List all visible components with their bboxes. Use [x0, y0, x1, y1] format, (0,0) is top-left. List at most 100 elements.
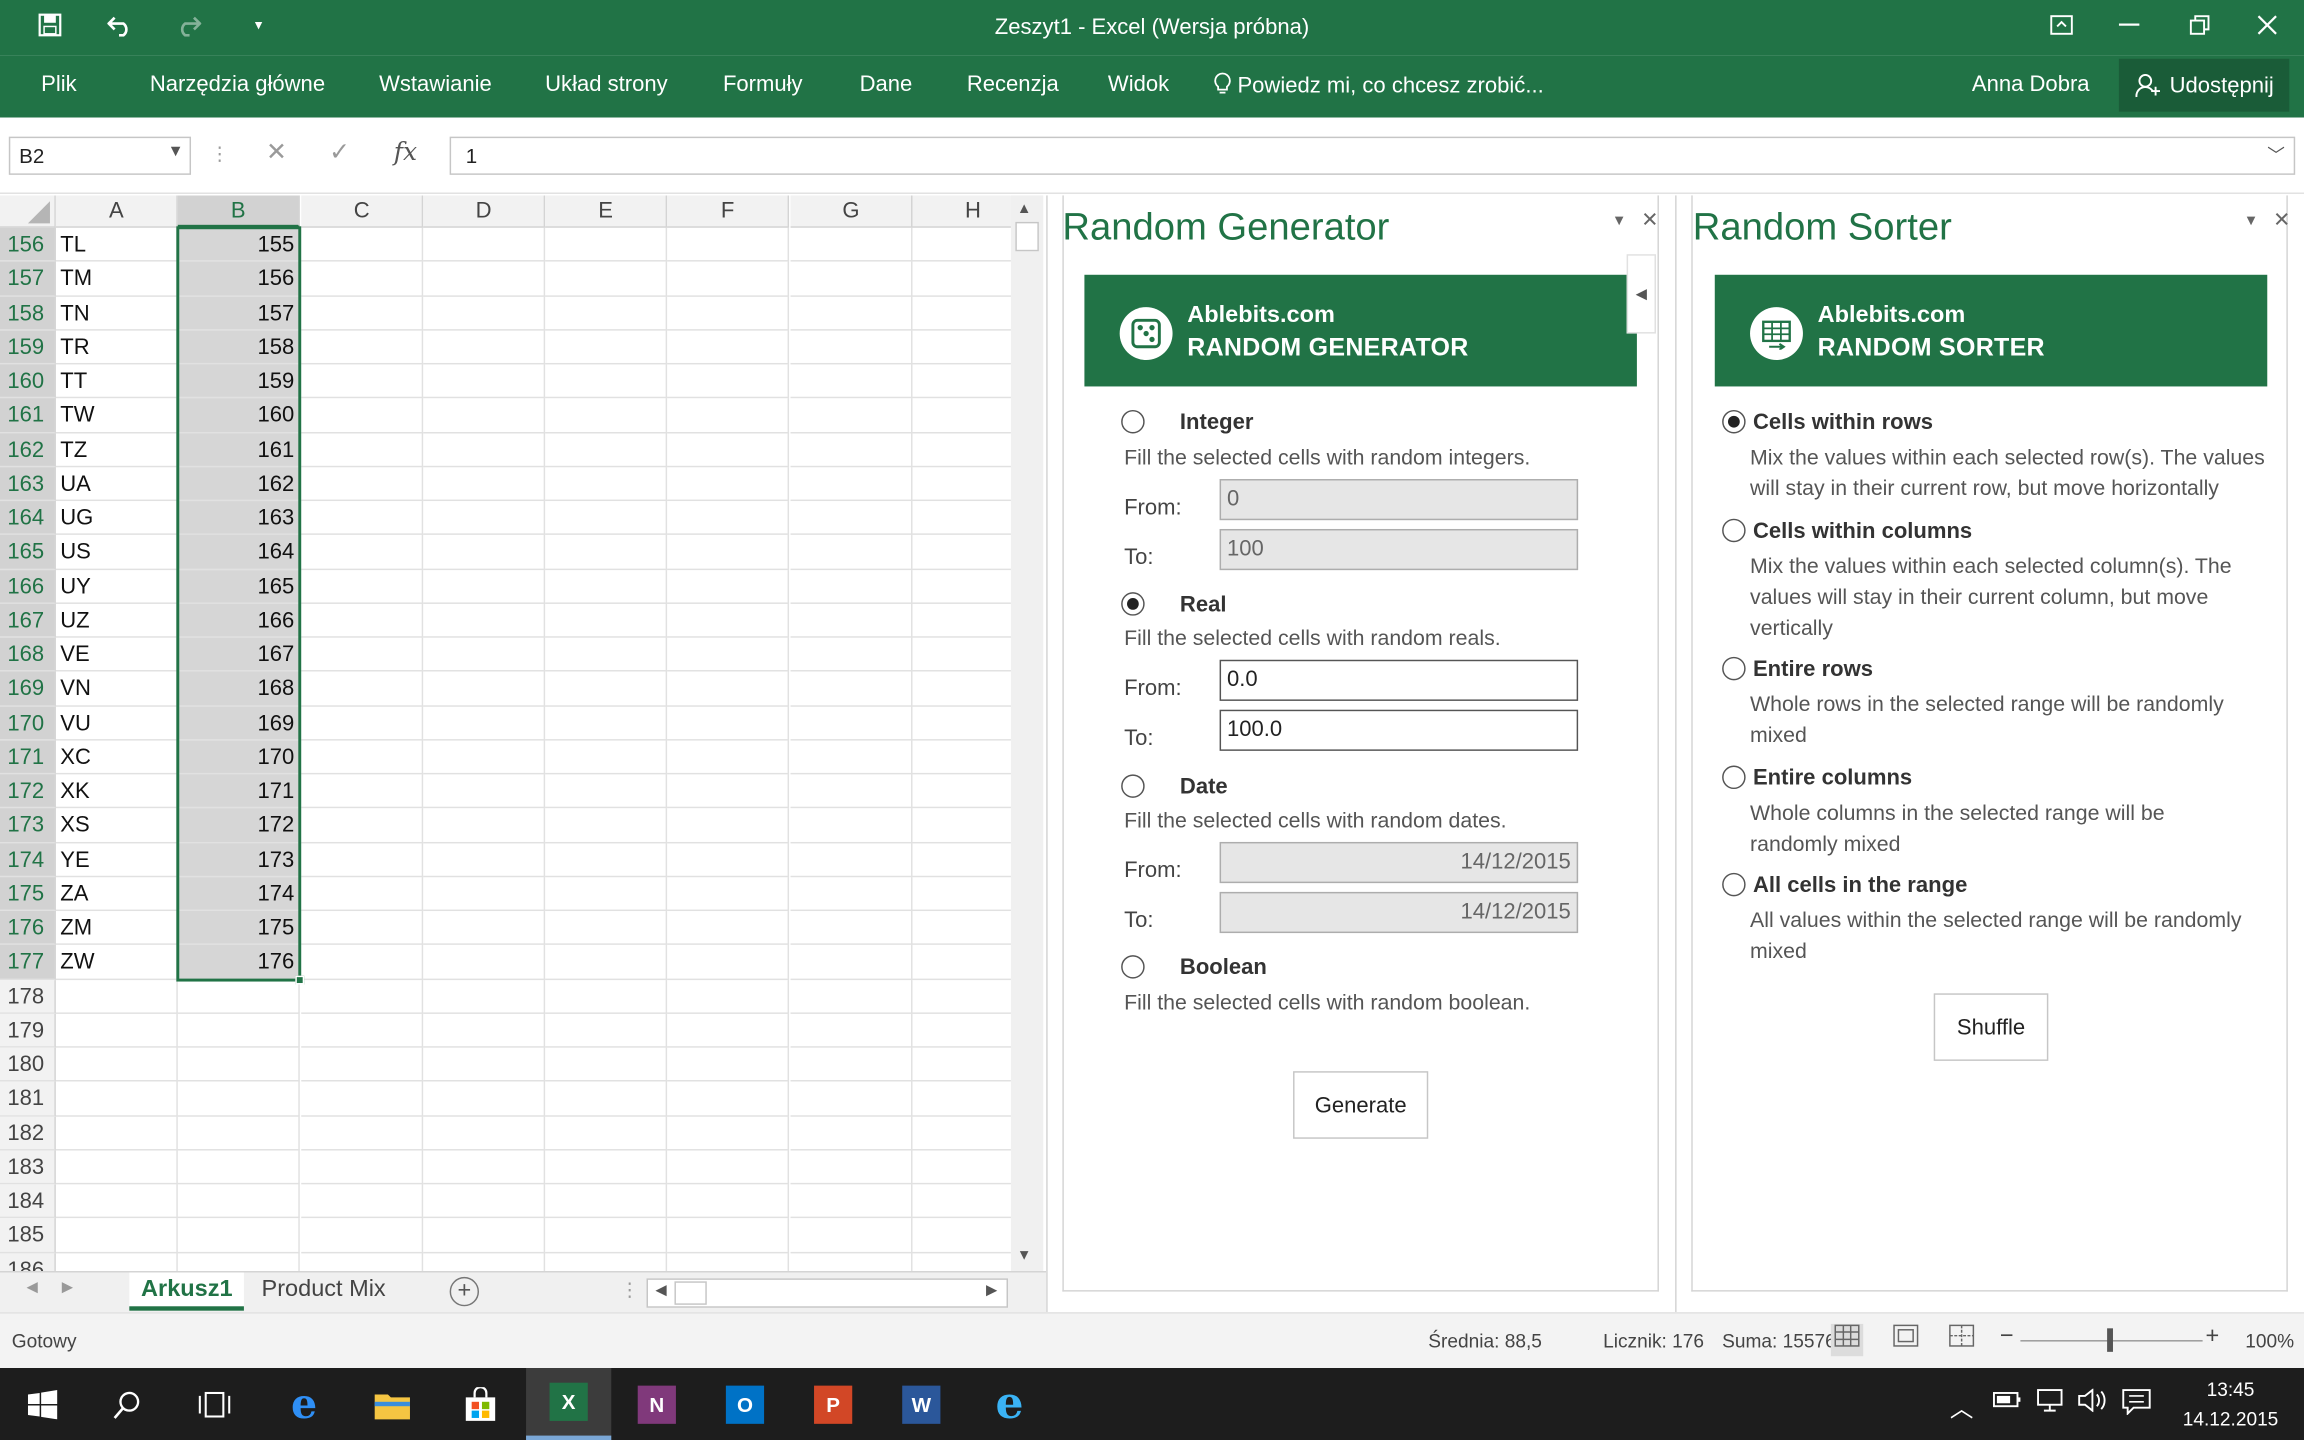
row-header[interactable]: 167	[0, 603, 56, 638]
grid-cell[interactable]	[912, 467, 1011, 502]
grid-cell[interactable]	[301, 1184, 424, 1219]
grid-cell[interactable]	[301, 774, 424, 809]
battery-icon[interactable]	[1992, 1389, 2021, 1417]
grid-cell[interactable]	[790, 603, 913, 638]
grid-cell[interactable]	[545, 979, 668, 1014]
grid-cell[interactable]	[423, 1150, 546, 1185]
grid-cell[interactable]	[790, 227, 913, 262]
grid-cell[interactable]	[301, 398, 424, 433]
grid-cell[interactable]	[790, 432, 913, 467]
grid-cell[interactable]	[423, 911, 546, 946]
grid-cell[interactable]	[423, 979, 546, 1014]
status-average[interactable]: Średnia: 88,5	[1428, 1330, 1542, 1352]
grid-cell[interactable]: 160	[177, 398, 301, 433]
grid-cell[interactable]	[667, 398, 790, 433]
grid-cell[interactable]	[912, 809, 1011, 843]
grid-cell[interactable]	[55, 1115, 179, 1151]
grid-cell[interactable]	[667, 603, 790, 638]
grid-cell[interactable]	[423, 296, 546, 331]
prev-sheet-icon[interactable]: ◀	[26, 1280, 37, 1296]
grid-cell[interactable]	[545, 1184, 668, 1219]
user-name[interactable]: Anna Dobra	[1972, 72, 2090, 97]
grid-cell[interactable]	[912, 1253, 1010, 1271]
scroll-up-icon[interactable]: ▲	[1017, 201, 1032, 217]
grid-cell[interactable]	[667, 808, 790, 843]
tab-file[interactable]: Plik	[41, 72, 77, 97]
page-layout-view-icon[interactable]	[1890, 1324, 1922, 1356]
grid-cell[interactable]: VE	[55, 637, 179, 672]
grid-cell[interactable]	[667, 501, 790, 536]
grid-cell[interactable]	[301, 1115, 424, 1151]
ribbon-display-icon[interactable]	[2028, 6, 2096, 44]
row-header[interactable]: 185	[0, 1218, 56, 1253]
grid-cell[interactable]	[301, 842, 424, 877]
row-header[interactable]: 162	[0, 432, 56, 467]
grid-cell[interactable]	[912, 945, 1011, 980]
grid-cell[interactable]	[790, 979, 913, 1014]
grid-cell[interactable]	[667, 842, 790, 877]
grid-cell[interactable]	[423, 774, 546, 809]
grid-cell[interactable]	[667, 876, 790, 912]
grid-cell[interactable]	[790, 1115, 913, 1151]
grid-cell[interactable]	[301, 535, 424, 570]
grid-cell[interactable]	[423, 432, 546, 467]
grid-cell[interactable]	[912, 911, 1011, 946]
grid-cell[interactable]	[667, 364, 790, 399]
grid-cell[interactable]: UY	[55, 569, 179, 604]
grid-cell[interactable]: 176	[177, 945, 301, 980]
row-header[interactable]: 178	[0, 979, 56, 1014]
row-header[interactable]: 176	[0, 911, 56, 946]
internet-explorer-icon[interactable]: e	[967, 1368, 1052, 1440]
grid-cell[interactable]	[912, 1082, 1011, 1116]
grid-cell[interactable]: 166	[177, 603, 301, 638]
tab-insert[interactable]: Wstawianie	[379, 72, 492, 97]
row-header[interactable]: 170	[0, 706, 56, 741]
grid-cell[interactable]	[667, 740, 790, 775]
status-sum[interactable]: Suma: 15576	[1722, 1330, 1836, 1352]
grid-cell[interactable]	[177, 1184, 301, 1219]
grid-cell[interactable]	[177, 1081, 301, 1116]
grid-cell[interactable]	[545, 603, 668, 638]
tab-page-layout[interactable]: Układ strony	[545, 72, 668, 97]
tab-review[interactable]: Recenzja	[967, 72, 1059, 97]
pane-options-icon[interactable]: ▼	[2244, 213, 2259, 229]
row-header[interactable]: 163	[0, 466, 56, 502]
row-header[interactable]: 161	[0, 398, 56, 433]
system-clock[interactable]: 13:45 14.12.2015	[2169, 1375, 2292, 1434]
sheet-tab-arkusz1[interactable]: Arkusz1	[129, 1272, 245, 1311]
grid-cell[interactable]	[177, 1218, 301, 1253]
grid-cell[interactable]	[912, 1150, 1011, 1185]
grid-cell[interactable]	[423, 945, 546, 980]
task-view-icon[interactable]	[172, 1368, 257, 1440]
grid-cell[interactable]	[912, 228, 1011, 262]
grid-cell[interactable]: US	[55, 535, 179, 570]
zoom-level[interactable]: 100%	[2245, 1330, 2294, 1352]
grid-cell[interactable]: 157	[177, 296, 301, 331]
grid-cell[interactable]	[667, 774, 790, 809]
add-sheet-icon[interactable]: +	[449, 1276, 480, 1307]
grid-cell[interactable]: XS	[55, 808, 179, 843]
grid-cell[interactable]	[791, 1252, 913, 1272]
grid-cell[interactable]	[790, 637, 913, 672]
grid-cell[interactable]	[423, 501, 546, 536]
grid-cell[interactable]	[301, 740, 424, 775]
grid-cell[interactable]	[545, 637, 668, 672]
grid-cell[interactable]	[667, 1081, 790, 1116]
row-header[interactable]: 179	[0, 1013, 56, 1048]
grid-cell[interactable]	[177, 979, 301, 1014]
grid-cell[interactable]	[423, 535, 546, 570]
grid-cell[interactable]	[423, 227, 546, 262]
grid-cell[interactable]	[912, 672, 1011, 707]
grid-cell[interactable]	[790, 398, 913, 433]
grid-cell[interactable]	[545, 1115, 668, 1151]
grid-cell[interactable]	[912, 1184, 1011, 1219]
grid-cell[interactable]	[912, 1116, 1011, 1151]
grid-cell[interactable]	[912, 569, 1011, 604]
grid-cell[interactable]	[301, 1218, 424, 1253]
zoom-out-icon[interactable]: −	[2000, 1324, 2014, 1350]
grid-cell[interactable]	[790, 364, 913, 399]
grid-cell[interactable]	[545, 706, 668, 741]
onenote-icon[interactable]: N	[614, 1368, 699, 1440]
shuffle-button[interactable]: Shuffle	[1933, 993, 2049, 1061]
search-icon[interactable]	[85, 1368, 170, 1440]
